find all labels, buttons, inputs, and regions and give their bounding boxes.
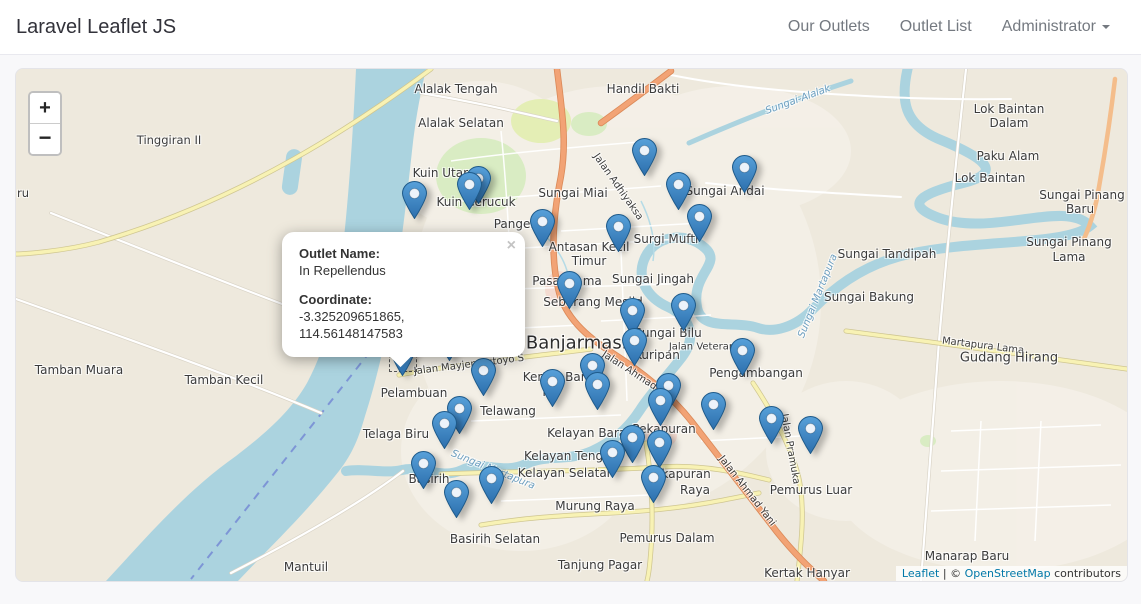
popup-outlet-name: In Repellendus [299,262,508,279]
zoom-out-button[interactable]: − [30,123,60,154]
map-marker[interactable] [600,440,625,478]
popup-name-label: Outlet Name: [299,245,508,262]
map-marker[interactable] [648,388,673,426]
map-label: Lok Baintan [955,171,1026,185]
map-marker[interactable] [671,293,696,331]
map-marker[interactable] [798,416,823,454]
map-label: Telawang [480,404,536,418]
map-card: Alalak Tengah Handil Bakti Alalak Selatan T… [15,68,1128,582]
map-label: Pemurus Luar [770,483,852,497]
map-marker[interactable] [585,372,610,410]
map-label: Lok Baintan [974,102,1045,116]
nav-links: Our Outlets Outlet List Administrator [773,10,1125,44]
map-attribution: Leaflet | © OpenStreetMap contributors [896,566,1127,581]
zoom-in-button[interactable]: + [30,93,60,123]
map-marker[interactable] [632,138,657,176]
map-marker[interactable] [622,328,647,366]
map-label: Mantuil [284,560,328,574]
nav-our-outlets[interactable]: Our Outlets [773,10,885,44]
map-label: Kelayan Barat [547,426,631,440]
app-brand[interactable]: Laravel Leaflet JS [16,16,176,39]
map-marker[interactable] [479,466,504,504]
popup-content: Outlet Name: In Repellendus Coordinate: … [282,232,525,357]
map-marker[interactable] [606,214,631,252]
navbar: Laravel Leaflet JS Our Outlets Outlet Li… [0,0,1141,55]
map-marker[interactable] [732,155,757,193]
map-label: Murung Raya [555,499,634,513]
map-label: Handil Bakti [607,82,680,96]
map-label: Dalam [990,116,1029,130]
map-marker[interactable] [432,411,457,449]
chevron-down-icon [1102,25,1110,29]
map-marker[interactable] [557,271,582,309]
map-label: Gudang Hirang [960,351,1058,366]
map-label: Sungai Bakung [824,290,914,304]
map-marker[interactable] [759,406,784,444]
map-label: Pelambuan [381,386,448,400]
attribution-separator: | © [939,567,964,580]
map-marker[interactable] [457,172,482,210]
map-marker[interactable] [647,430,672,468]
map-label: Tinggiran II [137,133,201,147]
nav-outlet-list[interactable]: Outlet List [885,10,987,44]
map-label: Raya [680,483,710,497]
map-label: Sungai Pinang [1039,188,1124,202]
map-label: Baru [1066,202,1094,216]
outlet-popup: Outlet Name: In Repellendus Coordinate: … [282,232,525,357]
map-label: Tanjung Pagar [558,558,642,572]
map-label: Tamban Kecil [185,373,264,387]
map-label: Manarap Baru [925,549,1010,563]
map-label: Basirih Selatan [450,532,540,546]
map-label: Jalan Veteran [669,342,735,353]
map-marker[interactable] [402,181,427,219]
map-marker[interactable] [411,451,436,489]
map-marker[interactable] [641,465,666,503]
map-label: ru [17,186,29,200]
map-label: Paku Alam [977,149,1040,163]
popup-coordinate-value: -3.325209651865, 114.56148147583 [299,308,508,342]
map-label: Sungai Jingah [612,272,694,286]
map-marker[interactable] [471,358,496,396]
map-label: Alalak Selatan [418,116,504,130]
map-marker[interactable] [730,338,755,376]
map-label: Alalak Tengah [414,82,497,96]
map-label: Pengambangan [709,366,803,380]
map-marker[interactable] [701,392,726,430]
attribution-suffix: contributors [1051,567,1121,580]
map-label: Lama [1052,250,1085,264]
map-label: Timur [572,254,607,268]
nav-administrator-label: Administrator [1002,18,1096,35]
osm-link[interactable]: OpenStreetMap [965,567,1051,580]
nav-administrator-dropdown[interactable]: Administrator [987,10,1125,44]
map-label: Kertak Hanyar [764,566,850,580]
popup-coordinate-label: Coordinate: [299,291,508,308]
map-label: Pemurus Dalam [619,531,714,545]
map-marker[interactable] [540,369,565,407]
zoom-control: + − [28,91,62,156]
map-label: Telaga Biru [363,427,429,441]
popup-close-button[interactable]: × [507,237,516,255]
map-label: Sungai Tandipah [838,247,937,261]
leaflet-link[interactable]: Leaflet [902,567,939,580]
map-label: Tamban Muara [35,363,123,377]
map-marker[interactable] [530,209,555,247]
map-label: Sungai Miai [538,186,607,200]
map-marker[interactable] [444,480,469,518]
map-marker[interactable] [687,204,712,242]
map-label: Sungai Pinang [1026,235,1111,249]
